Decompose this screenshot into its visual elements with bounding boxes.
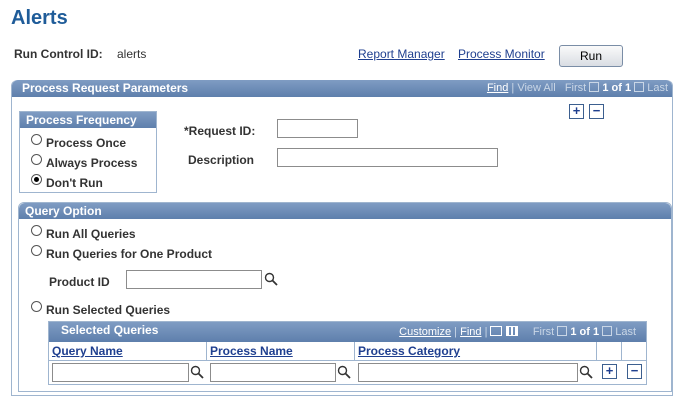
- selected-queries-header: Selected Queries Customize | Find | Firs…: [49, 322, 646, 342]
- radio-button[interactable]: [31, 134, 42, 145]
- page-title: Alerts: [11, 7, 68, 29]
- radio-run-all-queries[interactable]: [31, 225, 42, 239]
- process-frequency-title: Process Frequency: [20, 112, 156, 128]
- run-button[interactable]: Run: [559, 45, 623, 67]
- run-control-label: Run Control ID:: [14, 47, 103, 61]
- radio-run-one-product[interactable]: [31, 245, 42, 259]
- radio-process-once[interactable]: [31, 134, 42, 148]
- column-header-row: Query Name Process Name Process Category: [49, 342, 646, 361]
- add-row-icon: +: [572, 103, 581, 118]
- last-arrow-icon: [602, 326, 613, 336]
- product-id-label: Product ID: [49, 275, 110, 289]
- add-query-row-button[interactable]: +: [602, 364, 617, 379]
- grid-first: First: [532, 326, 555, 338]
- selected-queries-title: Selected Queries: [61, 323, 159, 337]
- delete-query-row-button[interactable]: −: [627, 364, 642, 379]
- find-link[interactable]: Find: [460, 326, 481, 338]
- radio-run-selected-queries[interactable]: [31, 301, 42, 315]
- request-id-input[interactable]: [277, 119, 358, 138]
- add-row-icon: +: [605, 363, 614, 378]
- run-control-value: alerts: [117, 47, 147, 61]
- description-input[interactable]: [277, 148, 498, 167]
- params-count: 1 of 1: [602, 82, 632, 94]
- last-arrow-icon: [634, 82, 645, 92]
- process-name-input[interactable]: [210, 363, 336, 382]
- params-nav-separator: |: [511, 82, 515, 94]
- first-arrow-icon: [589, 82, 600, 92]
- table-row: + −: [49, 361, 646, 384]
- view-grid-icon[interactable]: [490, 326, 503, 336]
- radio-button[interactable]: [31, 154, 42, 165]
- radio-always-process[interactable]: [31, 154, 42, 168]
- query-name-column[interactable]: Query Name: [52, 344, 123, 358]
- params-first: First: [564, 82, 587, 94]
- query-name-input[interactable]: [52, 363, 189, 382]
- radio-button-selected[interactable]: [31, 174, 42, 185]
- run-all-queries-label: Run All Queries: [46, 227, 136, 241]
- radio-button[interactable]: [31, 301, 42, 312]
- run-selected-queries-label: Run Selected Queries: [46, 303, 171, 317]
- params-view-all: View All: [517, 82, 556, 94]
- process-name-column[interactable]: Process Name: [210, 344, 293, 358]
- radio-button[interactable]: [31, 245, 42, 256]
- process-request-parameters-header: Process Request Parameters Find | View A…: [12, 80, 672, 97]
- delete-row-icon: −: [630, 363, 639, 378]
- process-category-input[interactable]: [358, 363, 578, 382]
- selected-queries-grid: Selected Queries Customize | Find | Firs…: [48, 321, 647, 385]
- report-manager-link[interactable]: Report Manager: [358, 47, 445, 61]
- search-icon[interactable]: [264, 272, 278, 286]
- search-icon[interactable]: [579, 365, 593, 379]
- delete-row-icon: −: [592, 103, 601, 118]
- description-label: Description: [188, 153, 255, 167]
- always-process-label: Always Process: [46, 156, 138, 170]
- request-id-label: *Request ID:: [184, 124, 256, 138]
- params-navigation: Find | View All First 1 of 1 Last: [487, 80, 668, 97]
- query-option-title: Query Option: [19, 203, 671, 219]
- selected-queries-navigation: Customize | Find | First 1 of 1 Last: [399, 326, 636, 338]
- process-request-parameters-title: Process Request Parameters: [22, 81, 189, 95]
- product-id-input[interactable]: [126, 270, 262, 289]
- radio-dont-run[interactable]: [31, 174, 42, 188]
- grid-count: 1 of 1: [570, 326, 600, 338]
- dont-run-label: Don't Run: [46, 176, 103, 190]
- search-icon[interactable]: [337, 365, 351, 379]
- customize-link[interactable]: Customize: [399, 326, 451, 338]
- grid-last: Last: [615, 326, 636, 338]
- search-icon[interactable]: [190, 365, 204, 379]
- params-last: Last: [647, 82, 668, 94]
- run-one-product-label: Run Queries for One Product: [46, 247, 213, 261]
- delete-row-button[interactable]: −: [589, 104, 604, 119]
- first-arrow-icon: [557, 326, 568, 336]
- process-once-label: Process Once: [46, 136, 127, 150]
- download-icon[interactable]: [505, 326, 518, 336]
- process-monitor-link[interactable]: Process Monitor: [458, 47, 545, 61]
- params-find-link[interactable]: Find: [487, 82, 508, 94]
- process-category-column[interactable]: Process Category: [358, 344, 460, 358]
- radio-button[interactable]: [31, 225, 42, 236]
- add-row-button[interactable]: +: [569, 104, 584, 119]
